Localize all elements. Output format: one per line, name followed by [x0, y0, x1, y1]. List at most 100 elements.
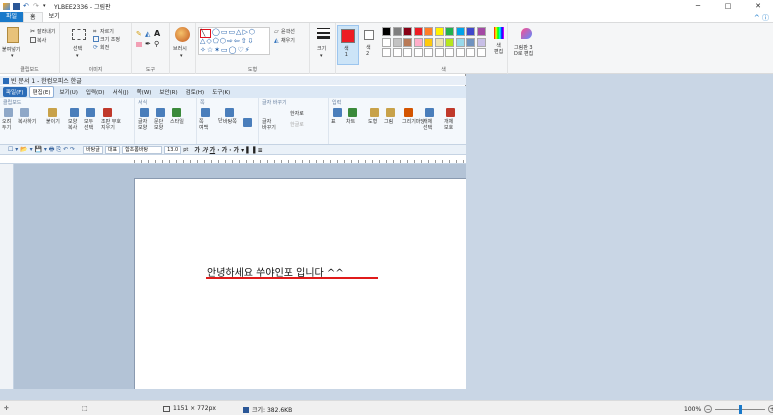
color-swatch[interactable]	[413, 27, 423, 36]
hwp-menu-page[interactable]: 쪽(W)	[134, 87, 155, 97]
hwp-ribbon-button[interactable]: 단	[218, 118, 223, 124]
hwp-ribbon-button[interactable]: 개체 선택	[423, 119, 432, 131]
size-button[interactable]: 크기	[317, 45, 326, 52]
hwp-menu-format[interactable]: 서식(J)	[110, 87, 132, 97]
tab-home[interactable]: 홈	[23, 12, 43, 22]
color-swatch[interactable]	[424, 48, 433, 57]
color-swatch[interactable]	[476, 48, 486, 57]
hwp-menu-tools[interactable]: 도구(K)	[209, 87, 233, 97]
hwp-ribbon-button[interactable]: 한글로	[290, 122, 304, 128]
hwp-ribbon-button[interactable]: 조판 부호 지우기	[101, 119, 121, 131]
edit-colors-icon[interactable]	[494, 27, 504, 39]
zoom-in-button[interactable]: +	[768, 405, 773, 413]
hwp-menu-file[interactable]: 파일(F)	[3, 87, 27, 97]
shapes-gallery[interactable]: ╲ ◯▭▭△▷⬡ △◇⬠⬡⇨⇦⇧⇩ ✧☆✶▭◯♡⚡	[198, 27, 270, 55]
color-swatch[interactable]	[445, 27, 454, 36]
hwp-ribbon-button[interactable]: 개체 보호	[444, 119, 453, 131]
crop-button[interactable]: 자르기	[100, 28, 114, 35]
paste-dropdown-icon[interactable]: ▾	[11, 53, 14, 59]
edit-colors-button[interactable]: 색 편집	[494, 43, 503, 55]
hwp-ribbon-button[interactable]: 표	[331, 119, 336, 125]
hwp-font-select[interactable]: 함초롬바탕	[122, 145, 163, 154]
size-dropdown-icon[interactable]: ▾	[320, 53, 323, 59]
brushes-button[interactable]: 브러시	[173, 45, 187, 52]
color-picker-icon[interactable]: ✒	[145, 40, 151, 48]
hwp-font-lang-select[interactable]: 대표	[104, 145, 121, 154]
color-swatch[interactable]	[392, 37, 402, 47]
hwp-ribbon-button[interactable]: 차트	[346, 119, 355, 125]
resize-icon[interactable]	[93, 36, 99, 42]
color-swatch[interactable]	[403, 27, 412, 36]
customize-dropdown-icon[interactable]: ▾	[43, 3, 50, 10]
copy-icon[interactable]	[30, 37, 36, 43]
color-swatch[interactable]	[434, 37, 444, 47]
select-dropdown-icon[interactable]: ▾	[76, 53, 79, 59]
outline-icon[interactable]: ▱	[274, 28, 279, 35]
paint3d-button[interactable]: 그림판 3 D로 편집	[512, 25, 542, 67]
hwp-menu-view[interactable]: 보기(U)	[56, 87, 80, 97]
color-swatch[interactable]	[382, 37, 391, 47]
hwp-ribbon-button[interactable]: 그리기마당	[402, 119, 425, 125]
color1-button[interactable]: 색 1	[337, 25, 359, 65]
color-swatch[interactable]	[382, 48, 391, 57]
color-swatch[interactable]	[434, 27, 444, 36]
color-swatch[interactable]	[424, 27, 433, 36]
fill-icon[interactable]: ◭	[145, 30, 150, 38]
color-swatch[interactable]	[455, 48, 465, 57]
hwp-style-select[interactable]: 바탕글	[83, 145, 103, 154]
magnifier-icon[interactable]: ⚲	[154, 40, 159, 48]
color-swatch[interactable]	[403, 37, 412, 47]
tab-view[interactable]: 보기	[43, 12, 66, 22]
hwp-ribbon-button[interactable]: 한자로	[290, 111, 304, 117]
hwp-ribbon-button[interactable]: 스타일	[170, 119, 184, 125]
color-swatch[interactable]	[476, 37, 486, 47]
undo-icon[interactable]: ↶	[23, 2, 30, 10]
save-icon[interactable]	[13, 2, 20, 10]
color-swatch[interactable]	[466, 27, 475, 36]
minimize-button[interactable]: ─	[683, 0, 713, 12]
color-swatch[interactable]	[413, 37, 423, 47]
hwp-menu-review[interactable]: 검토(H)	[183, 87, 208, 97]
hwp-ribbon-button[interactable]: 그림	[384, 119, 393, 125]
hwp-ribbon-button[interactable]: 복사하기	[18, 119, 36, 125]
hwp-ribbon-button[interactable]: 붙이기	[46, 119, 60, 125]
hwp-ribbon-button[interactable]: 글자 바꾸기	[262, 119, 276, 131]
redo-icon[interactable]: ↷	[33, 2, 40, 10]
brushes-dropdown-icon[interactable]: ▾	[180, 53, 183, 59]
eraser-icon[interactable]	[136, 42, 142, 47]
zoom-slider-thumb[interactable]	[739, 404, 743, 414]
hwp-page[interactable]	[134, 178, 466, 389]
color-swatch[interactable]	[424, 37, 433, 47]
color-swatch[interactable]	[434, 48, 444, 57]
resize-button[interactable]: 크기 조정	[100, 36, 120, 43]
hwp-ribbon-button[interactable]: 쪽 여백	[199, 119, 208, 131]
color-swatch[interactable]	[476, 27, 486, 36]
size-lines-icon[interactable]	[317, 28, 330, 39]
select-icon[interactable]	[72, 29, 86, 40]
brush-icon[interactable]	[175, 27, 190, 42]
crop-icon[interactable]: ⌗	[93, 28, 96, 36]
color-swatch[interactable]	[466, 48, 475, 57]
hwp-menu-edit[interactable]: 편집(E)	[28, 86, 55, 98]
hwp-ribbon-button[interactable]: 글자 모양	[138, 119, 147, 131]
pencil-icon[interactable]: ✎	[136, 30, 142, 38]
color-swatch[interactable]	[392, 48, 402, 57]
color-swatch[interactable]	[403, 48, 412, 57]
outline-button[interactable]: 윤곽선	[281, 28, 295, 35]
hwp-ribbon-button[interactable]: 바탕쪽	[223, 119, 237, 125]
color-swatch[interactable]	[413, 48, 423, 57]
color2-button[interactable]: 색 2	[360, 25, 378, 65]
color-swatch[interactable]	[445, 48, 454, 57]
hwp-ribbon-button[interactable]: 모양 복사	[68, 119, 77, 131]
cut-icon[interactable]: ✂	[30, 28, 35, 35]
hwp-text-style-icons[interactable]: 가 가 가 · 가 · 가 ▾ ▌▐ ≡	[194, 145, 262, 154]
color-swatch[interactable]	[445, 37, 454, 47]
select-button[interactable]: 선택	[73, 45, 82, 52]
rotate-icon[interactable]: ⟳	[93, 44, 98, 51]
hwp-ribbon-button[interactable]: 도형	[368, 119, 377, 125]
hwp-size-input[interactable]: 13.0	[164, 145, 182, 154]
color-swatch[interactable]	[382, 27, 391, 36]
hwp-menu-security[interactable]: 보안(R)	[156, 87, 180, 97]
color-swatch[interactable]	[455, 37, 465, 47]
copy-button[interactable]: 복사	[37, 37, 46, 44]
